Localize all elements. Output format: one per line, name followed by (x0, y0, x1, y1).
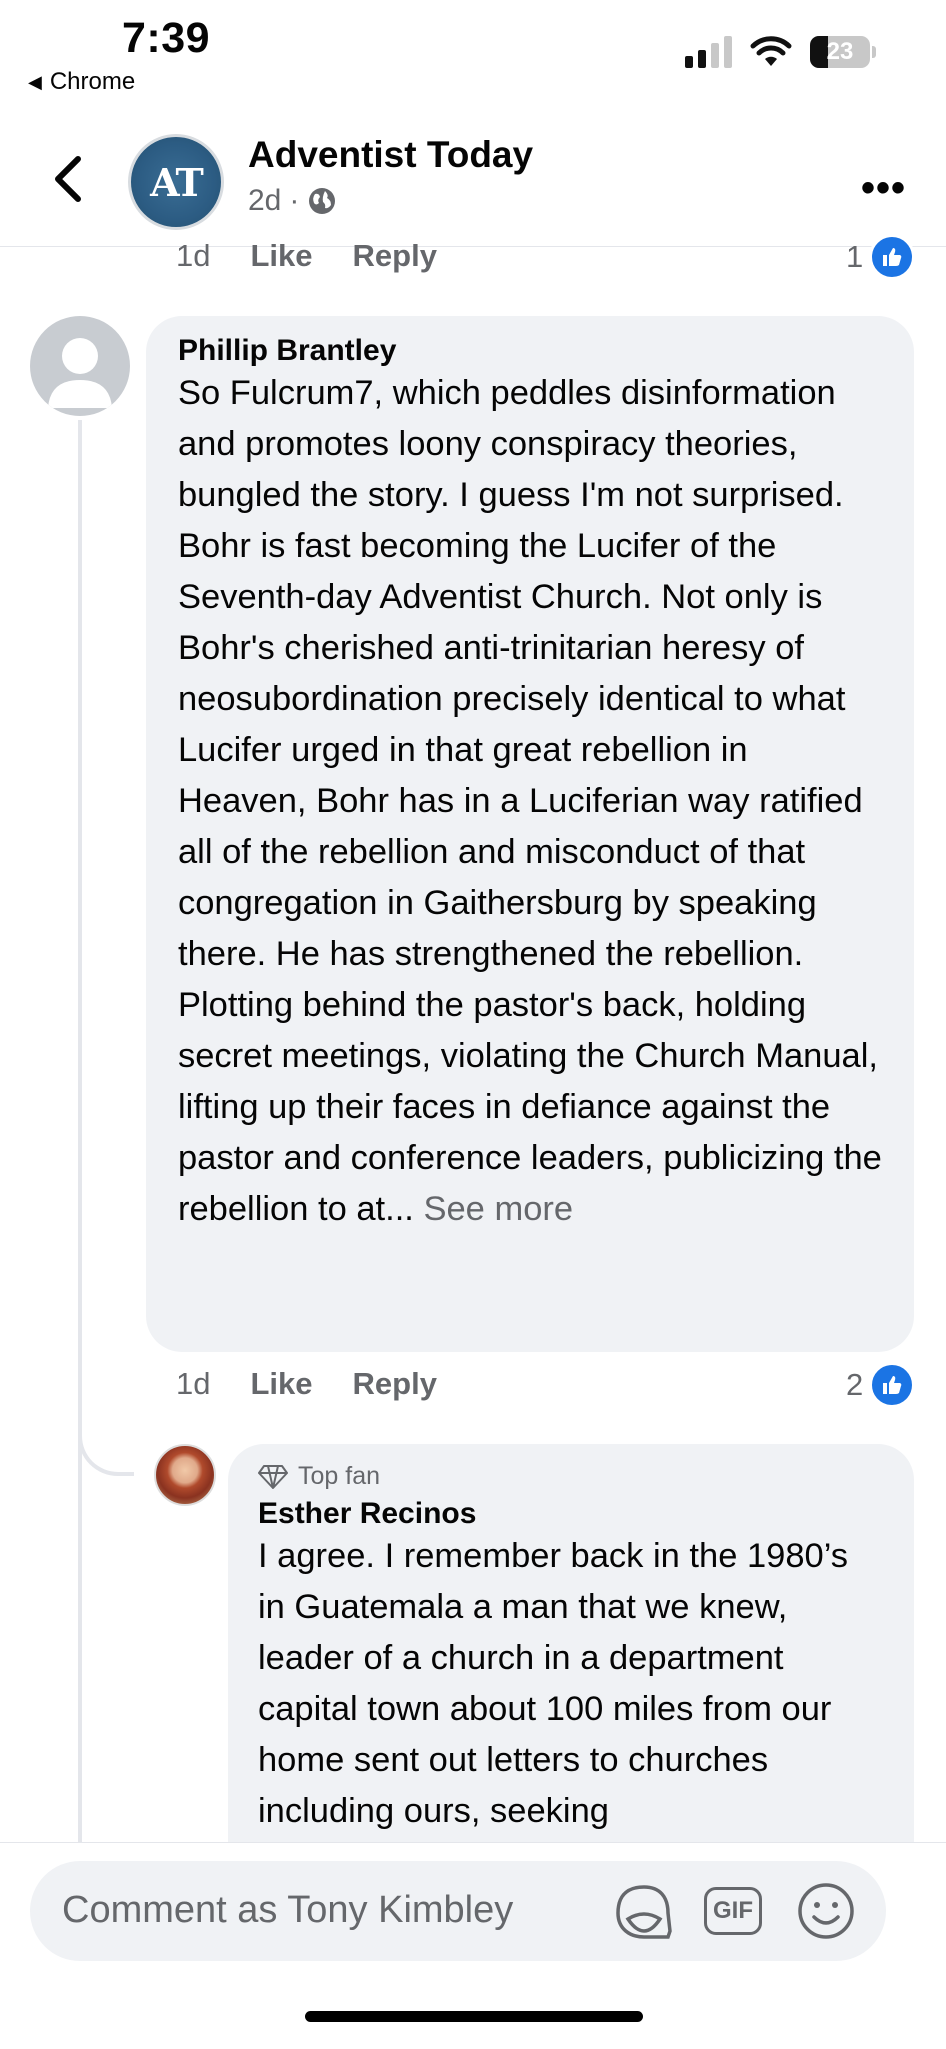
thumbs-up-icon (869, 1362, 916, 1408)
gif-label: GIF (713, 1897, 753, 1924)
page-avatar-monogram: AT (150, 159, 204, 205)
see-more-link[interactable]: See more (423, 1190, 573, 1228)
prev-reply-button[interactable]: Reply (353, 238, 437, 274)
prev-like-count[interactable]: 1 (846, 234, 916, 280)
reply-text: I agree. I remember back in the 1980’s i… (258, 1537, 849, 1830)
back-triangle-icon: ◀ (28, 71, 42, 92)
comment-body: So Fulcrum7, which peddles disinformatio… (178, 374, 882, 1228)
battery-level: 23 (826, 38, 854, 65)
back-to-app-link[interactable]: ◀ Chrome (28, 68, 135, 96)
comment-like-count[interactable]: 2 (846, 1362, 916, 1408)
diamond-icon (258, 1464, 288, 1489)
comment-bubble[interactable]: Phillip Brantley So Fulcrum7, which pedd… (146, 316, 914, 1352)
comment-actions: 1d Like Reply (176, 1366, 437, 1402)
status-icons: 23 (685, 36, 876, 68)
prev-like-count-number: 1 (846, 239, 864, 274)
like-button[interactable]: Like (250, 1366, 312, 1402)
prev-comment-actions: 1d Like Reply (176, 238, 437, 274)
post-meta: 2d · (248, 184, 337, 218)
wifi-icon (750, 36, 792, 66)
back-app-label: Chrome (49, 68, 136, 95)
prev-comment-time: 1d (176, 238, 211, 273)
comment-input-placeholder: Comment as Tony Kimbley (62, 1889, 514, 1931)
comment-composer-bar: Comment as Tony Kimbley GIF (0, 1842, 946, 2049)
reply-button[interactable]: Reply (353, 1366, 437, 1402)
back-chevron-icon[interactable] (50, 154, 86, 204)
more-options-button[interactable]: ••• (861, 166, 906, 211)
comment-input[interactable]: Comment as Tony Kimbley GIF (30, 1861, 886, 1961)
comment-time: 1d (176, 1366, 211, 1401)
globe-icon (309, 188, 336, 214)
gif-button[interactable]: GIF (704, 1887, 762, 1935)
reply-bubble[interactable]: Top fan Esther Recinos I agree. I rememb… (228, 1444, 914, 1904)
thread-connector (78, 1380, 134, 1476)
thumbs-up-icon (869, 234, 916, 280)
comment-like-count-number: 2 (846, 1367, 864, 1402)
reply-author[interactable]: Esther Recinos (258, 1497, 884, 1531)
home-indicator[interactable] (305, 2011, 643, 2022)
default-profile-icon (48, 338, 112, 408)
reply-avatar[interactable] (154, 1444, 216, 1506)
post-header: AT Adventist Today 2d · ••• (0, 118, 946, 247)
status-time: 7:39 (122, 14, 211, 62)
comment-text: So Fulcrum7, which peddles disinformatio… (178, 368, 882, 1235)
commenter-avatar[interactable] (30, 316, 130, 416)
page-avatar[interactable]: AT (128, 134, 224, 230)
emoji-icon[interactable] (796, 1881, 856, 1941)
avatar-sticker-icon[interactable] (612, 1883, 676, 1943)
top-fan-label: Top fan (298, 1462, 381, 1490)
top-fan-badge: Top fan (258, 1462, 884, 1491)
page-name[interactable]: Adventist Today (248, 134, 533, 176)
thread-line (78, 420, 82, 1860)
prev-like-button[interactable]: Like (250, 238, 312, 274)
comment-author[interactable]: Phillip Brantley (178, 334, 882, 368)
meta-separator: · (289, 184, 300, 217)
post-age: 2d (248, 184, 282, 217)
cellular-signal-icon (685, 36, 732, 68)
battery-icon: 23 (810, 36, 870, 68)
